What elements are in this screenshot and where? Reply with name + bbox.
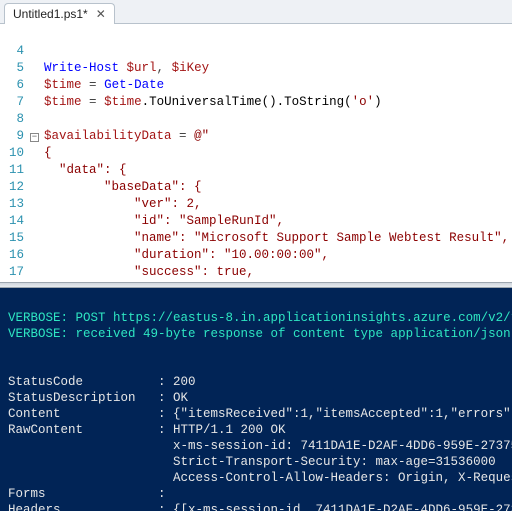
code-editor[interactable]: 4 5Write-Host $url, $iKey 6$time = Get-D… <box>0 24 512 282</box>
fold-icon[interactable]: − <box>30 133 39 142</box>
verbose-line: VERBOSE: received 49-byte response of co… <box>8 327 512 341</box>
console-output[interactable]: VERBOSE: POST https://eastus-8.in.applic… <box>0 288 512 511</box>
output-value: Access-Control-Allow-Headers: Origin, X-… <box>173 471 512 485</box>
output-label: StatusCode <box>8 374 158 390</box>
close-icon[interactable]: ✕ <box>94 7 108 21</box>
output-label: Content <box>8 406 158 422</box>
output-value: {"itemsReceived":1,"itemsAccepted":1,"er… <box>173 407 512 421</box>
output-value: OK <box>173 391 188 405</box>
output-label: Headers <box>8 502 158 511</box>
output-label: StatusDescription <box>8 390 158 406</box>
output-label: RawContent <box>8 422 158 438</box>
output-value: HTTP/1.1 200 OK <box>173 423 286 437</box>
verbose-line: VERBOSE: POST https://eastus-8.in.applic… <box>8 311 512 325</box>
output-value: x-ms-session-id: 7411DA1E-D2AF-4DD6-959E… <box>173 439 512 453</box>
file-tab[interactable]: Untitled1.ps1* ✕ <box>4 3 115 24</box>
tab-bar: Untitled1.ps1* ✕ <box>0 0 512 24</box>
output-value: {[x-ms-session-id, 7411DA1E-D2AF-4DD6-95… <box>173 503 512 511</box>
output-value: 200 <box>173 375 196 389</box>
tab-title: Untitled1.ps1* <box>13 7 88 21</box>
output-value: Strict-Transport-Security: max-age=31536… <box>173 455 496 469</box>
code-body: 4 5Write-Host $url, $iKey 6$time = Get-D… <box>0 24 512 282</box>
output-label: Forms <box>8 486 158 502</box>
